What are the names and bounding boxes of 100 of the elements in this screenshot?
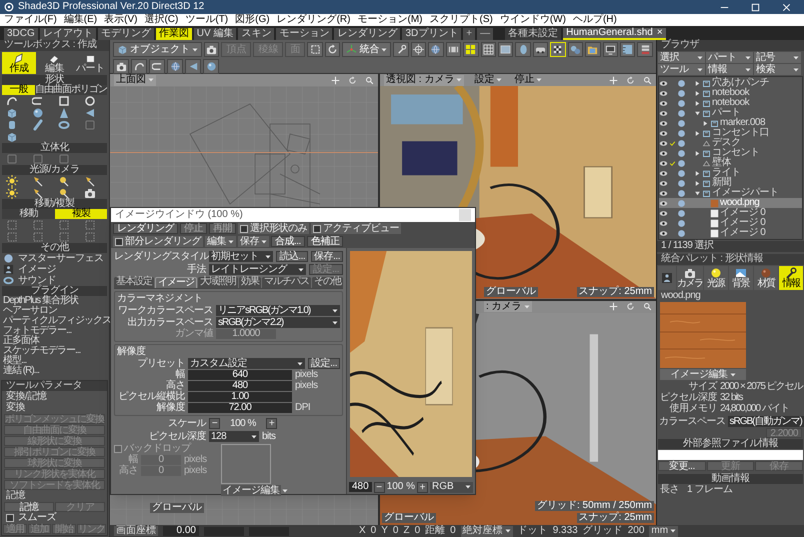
workspace-tab[interactable]: レンダリング bbox=[334, 28, 400, 40]
curve-icon[interactable] bbox=[6, 95, 18, 107]
minus-button[interactable]: − bbox=[374, 482, 385, 492]
button[interactable]: レンダリング bbox=[113, 223, 178, 234]
plugin-item[interactable]: パーティクルフィジックス bbox=[0, 316, 109, 326]
menu-item[interactable]: 図形(G) bbox=[235, 15, 270, 25]
triangle-down-icon[interactable] bbox=[694, 190, 701, 196]
button[interactable]: 読込... bbox=[276, 251, 308, 262]
eye-icon[interactable] bbox=[659, 158, 668, 168]
tree-item[interactable]: イメージ 0 bbox=[659, 218, 802, 228]
tab[interactable]: その他 bbox=[312, 277, 343, 288]
plugin-item[interactable]: 正多面体 bbox=[0, 336, 109, 346]
plus-button[interactable]: + bbox=[266, 418, 277, 429]
tree-item[interactable]: イメージパート bbox=[659, 188, 802, 198]
checkbox[interactable] bbox=[240, 224, 248, 232]
input-field[interactable] bbox=[249, 526, 289, 536]
plugin-item[interactable]: 連結 (R)... bbox=[0, 366, 109, 376]
tree-item[interactable]: marker.008 bbox=[659, 118, 802, 128]
browser-menu[interactable]: 情報 bbox=[706, 64, 753, 75]
workspace-tab[interactable]: モーション bbox=[276, 28, 332, 40]
eye-icon[interactable] bbox=[659, 168, 668, 178]
tree-item[interactable]: wood.png bbox=[659, 198, 802, 208]
palette-tab[interactable]: 材質 bbox=[754, 266, 778, 290]
eye-icon[interactable] bbox=[659, 118, 668, 128]
zoom-icon[interactable] bbox=[365, 76, 374, 84]
zoom-icon[interactable] bbox=[643, 76, 652, 84]
view-menu[interactable]: 上面図 bbox=[114, 74, 156, 86]
tab[interactable]: 一般 bbox=[2, 85, 35, 95]
ring-icon[interactable] bbox=[58, 119, 70, 131]
view-menu[interactable]: 透視図 : カメラ bbox=[384, 74, 464, 86]
tab-button[interactable]: + bbox=[463, 28, 476, 40]
eye-icon[interactable] bbox=[659, 78, 668, 88]
sphere-icon[interactable] bbox=[32, 107, 44, 119]
move-icon[interactable] bbox=[609, 302, 618, 311]
input-field[interactable]: 1.00 bbox=[188, 392, 292, 402]
tree-item[interactable]: コンセント口 bbox=[659, 128, 802, 138]
menu-item[interactable]: スクリプト(S) bbox=[429, 15, 493, 25]
tiles-button[interactable] bbox=[463, 42, 478, 57]
rotate-icon[interactable] bbox=[626, 76, 635, 84]
tree-item[interactable]: notebook bbox=[659, 88, 802, 98]
folder-button[interactable] bbox=[585, 42, 601, 57]
workspace-tab[interactable]: 作業図 bbox=[156, 28, 192, 40]
tree-item[interactable]: デスク bbox=[659, 138, 802, 148]
menu-item[interactable]: ヘルプ(H) bbox=[572, 15, 617, 25]
move-icon[interactable] bbox=[331, 76, 340, 84]
menu-item[interactable]: 編集(E) bbox=[64, 15, 98, 25]
close-button[interactable]: × bbox=[656, 28, 663, 38]
browser-menu[interactable]: 記号 bbox=[754, 52, 801, 63]
rotate-button[interactable] bbox=[324, 42, 340, 57]
browser-menu[interactable]: パート bbox=[706, 52, 753, 63]
triangle-right-icon[interactable] bbox=[694, 130, 701, 136]
plugin-item[interactable]: フォトモデラー... bbox=[0, 326, 109, 336]
maximize-icon[interactable] bbox=[750, 2, 761, 12]
list-item[interactable]: イメージ bbox=[0, 264, 109, 275]
eye-icon[interactable] bbox=[659, 128, 668, 138]
tree-item[interactable]: イメージ 0 bbox=[659, 208, 802, 218]
ruler-button[interactable] bbox=[620, 42, 636, 57]
eye-icon[interactable] bbox=[659, 218, 668, 228]
eye-icon[interactable] bbox=[659, 98, 668, 108]
wrench-button[interactable] bbox=[393, 42, 409, 57]
camera-icon[interactable] bbox=[84, 187, 96, 199]
close-icon[interactable] bbox=[781, 2, 792, 12]
palette-tab[interactable]: 情報 bbox=[778, 266, 803, 290]
tab-button[interactable]: — bbox=[477, 28, 494, 40]
sun-icon[interactable] bbox=[6, 187, 18, 199]
eye-icon[interactable] bbox=[659, 188, 668, 198]
spotlight-icon[interactable] bbox=[32, 187, 44, 199]
menu-item[interactable]: ファイル(F) bbox=[4, 15, 57, 25]
sphere-button[interactable] bbox=[203, 59, 219, 74]
plus-button[interactable]: + bbox=[417, 482, 428, 492]
eye-icon[interactable] bbox=[659, 138, 668, 148]
eye-icon[interactable] bbox=[659, 148, 668, 158]
workspace-tab[interactable]: 3Dプリント bbox=[402, 28, 462, 40]
document-tab[interactable]: 各種未設定 bbox=[505, 28, 562, 40]
menu-item[interactable]: モーション(M) bbox=[357, 15, 422, 25]
triangle-right-icon[interactable] bbox=[694, 100, 701, 106]
workspace-tab[interactable]: モデリング bbox=[98, 28, 154, 40]
button[interactable]: 設定... bbox=[308, 358, 340, 369]
palette-tab[interactable]: カメラ bbox=[677, 266, 702, 290]
circle-icon[interactable] bbox=[84, 95, 96, 107]
tree-item[interactable]: 新聞 bbox=[659, 178, 802, 188]
checkbox[interactable] bbox=[313, 224, 321, 232]
view-menu[interactable]: 停止 bbox=[512, 74, 544, 86]
palette-tab[interactable]: 光源 bbox=[704, 266, 728, 290]
combine-button[interactable]: 統合 bbox=[342, 42, 392, 57]
tree-item[interactable]: イメージ 0 bbox=[659, 228, 802, 238]
layers-button[interactable] bbox=[637, 42, 653, 57]
loop-icon[interactable] bbox=[32, 95, 44, 107]
film-button[interactable] bbox=[446, 42, 462, 57]
menu-item[interactable]: 表示(V) bbox=[104, 15, 138, 25]
sun-icon[interactable] bbox=[6, 175, 18, 187]
cube-icon[interactable] bbox=[6, 131, 18, 143]
selection-button[interactable] bbox=[307, 42, 323, 57]
eye-icon[interactable] bbox=[659, 228, 668, 238]
file-path-field[interactable] bbox=[658, 450, 803, 460]
channel-dropdown[interactable]: RGB bbox=[430, 482, 473, 492]
grid-button[interactable] bbox=[480, 42, 496, 57]
car-button[interactable] bbox=[532, 42, 548, 57]
document-tab[interactable]: HumanGeneral.shd × bbox=[563, 28, 666, 40]
menu-item[interactable]: ツール(T) bbox=[185, 15, 228, 25]
